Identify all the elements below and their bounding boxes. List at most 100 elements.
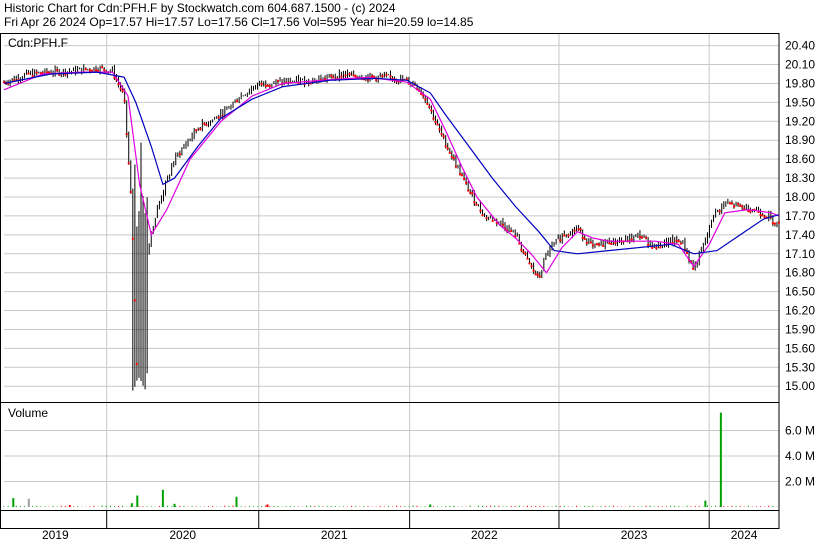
down-close-dot: [596, 243, 599, 246]
price-tick-label: 19.80: [785, 76, 815, 90]
down-close-dot: [608, 242, 611, 245]
down-close-dot: [375, 78, 378, 81]
down-close-dot: [438, 128, 441, 131]
down-close-dot: [389, 75, 392, 78]
down-close-dot: [647, 243, 650, 246]
down-close-dot: [739, 204, 742, 207]
down-close-dot: [424, 98, 427, 101]
price-tick-label: 17.40: [785, 228, 815, 242]
down-close-dot: [771, 222, 774, 225]
down-close-dot: [444, 145, 447, 148]
x-tick-label: 2021: [321, 528, 348, 542]
down-close-dot: [581, 236, 584, 239]
down-close-dot: [563, 234, 566, 237]
x-tick-label: 2024: [731, 528, 758, 542]
down-close-dot: [448, 151, 451, 154]
down-close-dot: [45, 71, 48, 74]
down-close-dot: [614, 242, 617, 245]
down-close-dot: [217, 116, 220, 119]
down-close-dot: [27, 72, 30, 75]
down-close-dot: [585, 241, 588, 244]
down-close-dot: [127, 162, 130, 165]
down-close-dot: [567, 234, 570, 237]
down-close-dot: [630, 238, 633, 241]
down-close-dot: [84, 68, 87, 71]
price-tick-label: 15.00: [785, 379, 815, 393]
down-close-dot: [260, 82, 263, 85]
down-close-dot: [655, 246, 658, 249]
down-close-dot: [199, 128, 202, 131]
down-close-dot: [532, 269, 535, 272]
down-close-dot: [530, 265, 533, 268]
down-close-dot: [467, 189, 470, 192]
down-close-dot: [679, 242, 682, 245]
down-close-dot: [277, 79, 280, 82]
price-tick-label: 20.40: [785, 39, 815, 53]
down-close-dot: [737, 202, 740, 205]
down-close-dot: [591, 244, 594, 247]
down-close-dot: [473, 201, 476, 204]
volume-panel-label: Volume: [8, 406, 48, 420]
price-tick-label: 20.10: [785, 58, 815, 72]
price-tick-label: 15.30: [785, 360, 815, 374]
x-tick-label: 2019: [42, 528, 69, 542]
down-close-dot: [442, 135, 445, 138]
down-close-dot: [469, 191, 472, 194]
down-close-dot: [522, 250, 525, 253]
down-close-dot: [485, 217, 488, 220]
volume-tick-label: 6.0 M: [785, 424, 815, 438]
down-close-dot: [501, 223, 504, 226]
down-close-dot: [88, 69, 91, 72]
down-close-dot: [761, 214, 764, 217]
down-close-dot: [348, 73, 351, 76]
down-close-dot: [103, 69, 106, 72]
down-close-dot: [692, 267, 695, 270]
down-close-dot: [579, 228, 582, 231]
down-close-dot: [434, 120, 437, 123]
down-close-dot: [475, 203, 478, 206]
down-close-dot: [491, 219, 494, 222]
down-close-dot: [598, 243, 601, 246]
down-close-dot: [520, 248, 523, 251]
down-close-dot: [479, 209, 482, 212]
down-close-dot: [205, 124, 208, 127]
volume-tick-label: 2.0 M: [785, 475, 815, 489]
down-close-dot: [465, 181, 468, 184]
down-close-dot: [461, 174, 464, 177]
down-close-dot: [236, 100, 239, 103]
down-close-dot: [125, 133, 128, 136]
down-close-dot: [524, 252, 527, 255]
down-close-dot: [759, 214, 762, 217]
down-close-dot: [426, 103, 429, 106]
down-close-dot: [645, 236, 648, 239]
down-close-dot: [749, 210, 752, 213]
down-close-dot: [121, 89, 124, 92]
down-close-dot: [35, 71, 38, 74]
down-close-dot: [344, 74, 347, 77]
down-close-dot: [538, 275, 541, 278]
down-close-dot: [129, 191, 132, 194]
down-close-dot: [536, 273, 539, 276]
price-tick-label: 17.70: [785, 209, 815, 223]
down-close-dot: [123, 99, 126, 102]
down-close-dot: [432, 117, 435, 120]
down-close-dot: [266, 84, 269, 87]
down-close-dot: [675, 239, 678, 242]
price-panel-label: Cdn:PFH.F: [8, 36, 68, 50]
down-close-dot: [651, 246, 654, 249]
down-close-dot: [340, 75, 343, 78]
down-close-dot: [459, 173, 462, 176]
down-close-dot: [428, 105, 431, 108]
down-close-dot: [728, 202, 731, 205]
down-close-dot: [203, 122, 206, 125]
down-close-dot: [659, 246, 662, 249]
down-close-dot: [195, 129, 198, 132]
down-close-dot: [452, 157, 455, 160]
down-close-dot: [463, 177, 466, 180]
down-close-dot: [440, 133, 443, 136]
down-close-dot: [718, 210, 721, 213]
down-close-dot: [268, 85, 271, 88]
stock-chart: 20.40 20.10 19.80 19.50 19.20 18.90 18.60 18.30…: [0, 33, 815, 542]
down-close-dot: [101, 66, 104, 69]
x-tick-label: 2023: [621, 528, 648, 542]
